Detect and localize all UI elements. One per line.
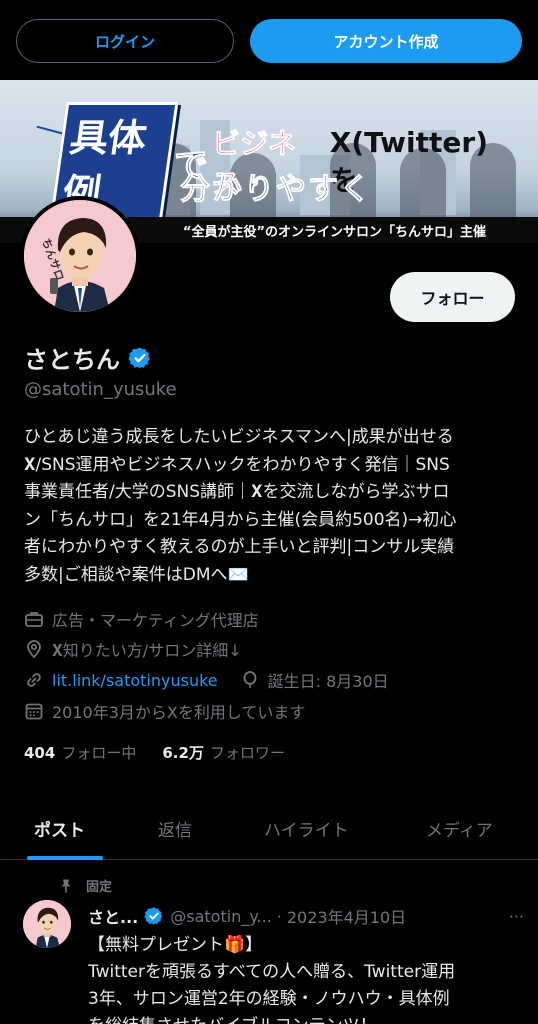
more-options-icon[interactable]: ··· [509, 907, 524, 926]
briefcase-icon [25, 612, 43, 627]
pin-icon [61, 879, 71, 892]
tab-posts[interactable]: ポスト [34, 816, 85, 841]
verified-badge-icon [144, 907, 163, 925]
post-author-handle[interactable]: @satotin_y... [170, 907, 272, 926]
link-icon [27, 673, 41, 687]
post-author-avatar[interactable] [23, 900, 71, 948]
profile-link-row: lit.link/satotinyusuke 誕生日: 8月30日 [24, 668, 389, 692]
post-header: さと... @satotin_y... · 2023年4月10日 ··· [88, 904, 524, 928]
following-count[interactable]: 404 [24, 744, 55, 762]
followers-count[interactable]: 6.2万 [162, 742, 204, 763]
profile-website-link[interactable]: lit.link/satotinyusuke [52, 671, 218, 690]
tab-highlights[interactable]: ハイライト [264, 816, 349, 841]
profile-category: 広告・マーケティング代理店 [24, 607, 259, 631]
profile-joined: 2010年3月からXを利用しています [24, 699, 305, 723]
profile-bio: ひとあじ違う成長をしたいビジネスマンへ|成果が出せる 𝐗/SNS運用やビジネスハ… [24, 427, 457, 585]
login-button[interactable]: ログイン [16, 19, 234, 63]
profile-location: 𝐗知りたい方/サロン詳細↓ [24, 637, 242, 661]
calendar-icon [25, 703, 43, 720]
pinned-indicator: 固定 [58, 876, 112, 895]
active-tab-indicator [27, 856, 103, 860]
location-pin-icon [27, 640, 41, 659]
profile-avatar[interactable]: ちんサロ [20, 196, 140, 316]
profile-handle: @satotin_yusuke [24, 379, 177, 400]
balloon-icon [243, 671, 257, 688]
banner-subtitle: 分かりやすく [180, 172, 372, 208]
top-bar: ログイン アカウント作成 [0, 0, 538, 80]
post-text: 【無料プレゼント🎁】 Twitterを頑張るすべての人へ贈る、Twitter運用… [88, 935, 456, 1024]
tab-replies[interactable]: 返信 [158, 816, 192, 841]
display-name: さとちん [24, 340, 152, 375]
verified-badge-icon [128, 347, 150, 368]
following-label[interactable]: フォロー中 [61, 742, 136, 763]
follow-stats: 404 フォロー中 6.2万 フォロワー [24, 742, 285, 763]
signup-button[interactable]: アカウント作成 [250, 19, 522, 63]
post-author-name[interactable]: さと... [88, 904, 138, 928]
profile-tabs: ポスト 返信 ハイライト メディア [0, 798, 538, 860]
followers-label[interactable]: フォロワー [210, 742, 285, 763]
post-separator: · [276, 906, 282, 926]
tab-media[interactable]: メディア [426, 816, 493, 841]
follow-button[interactable]: フォロー [390, 272, 515, 322]
post-date[interactable]: 2023年4月10日 [287, 904, 406, 928]
